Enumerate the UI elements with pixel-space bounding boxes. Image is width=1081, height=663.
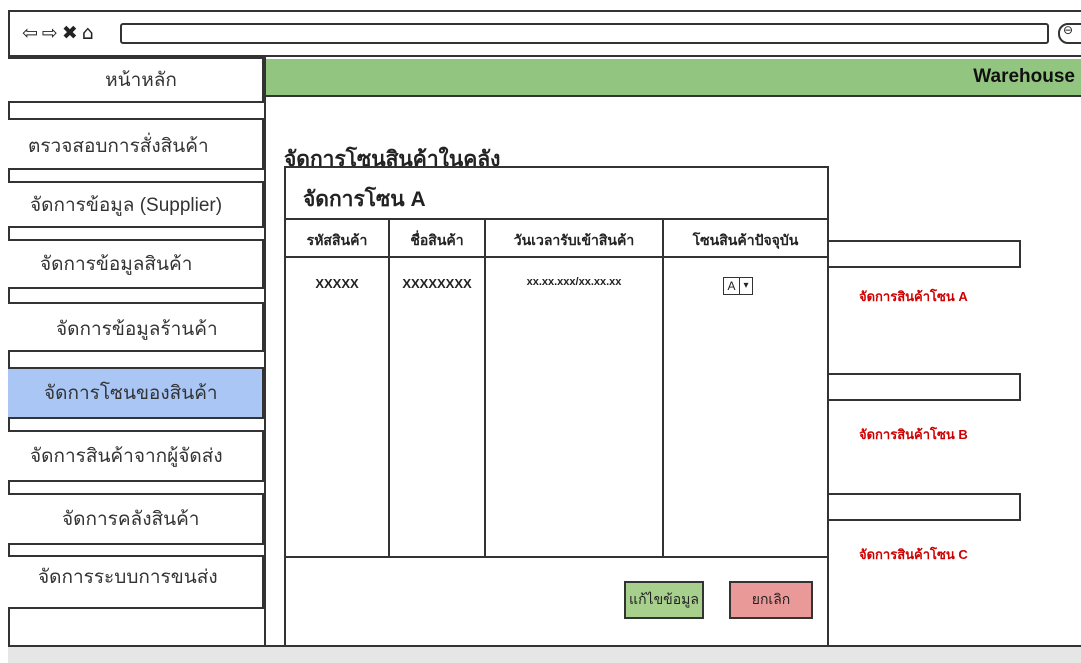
sidebar-item-label: จัดการข้อมูลสินค้า xyxy=(40,254,193,275)
column-divider xyxy=(388,220,390,558)
browser-toolbar: ⇦ ⇨ ✖ ⌂ ⊖ xyxy=(8,10,1081,57)
column-header-received: วันเวลารับเข้าสินค้า xyxy=(513,232,635,248)
sidebar-item-shipper-goods[interactable]: จัดการสินค้าจากผู้จัดส่ง xyxy=(8,430,264,482)
zone-b-field[interactable] xyxy=(829,373,1021,401)
browser-search-field[interactable]: ⊖ xyxy=(1058,23,1081,44)
column-header-name: ชื่อสินค้า xyxy=(410,232,464,248)
column-header-code: รหัสสินค้า xyxy=(306,232,368,248)
save-button[interactable]: แก้ไขข้อมูล xyxy=(624,581,704,619)
app-header: Warehouse xyxy=(266,59,1081,97)
sidebar-item-home[interactable]: หน้าหลัก xyxy=(8,57,264,103)
table-header-divider xyxy=(286,256,827,258)
zone-select-value: A xyxy=(723,277,740,295)
forward-icon[interactable]: ⇨ xyxy=(42,22,59,44)
close-icon[interactable]: ✖ xyxy=(62,22,79,44)
sidebar-item-stores[interactable]: จัดการข้อมูลร้านค้า xyxy=(8,302,264,352)
address-bar[interactable] xyxy=(120,23,1049,44)
zone-b-link[interactable]: จัดการสินค้าโซน B xyxy=(859,424,968,445)
sidebar-item-order-check[interactable]: ตรวจสอบการสั่งสินค้า xyxy=(8,118,264,170)
sidebar-item-label: จัดการข้อมูล (Supplier) xyxy=(30,194,223,216)
zone-c-link[interactable]: จัดการสินค้าโซน C xyxy=(859,544,968,565)
cell-product-code: XXXXX xyxy=(315,276,359,291)
search-icon: ⊖ xyxy=(1063,23,1074,37)
zone-a-field[interactable] xyxy=(829,240,1021,268)
column-divider xyxy=(484,220,486,558)
cell-received-datetime: xx.xx.xxx/xx.xx.xx xyxy=(526,276,622,288)
sidebar-item-label: จัดการโซนของสินค้า xyxy=(44,383,218,404)
status-bar xyxy=(8,645,1081,663)
sidebar-item-label: จัดการสินค้าจากผู้จัดส่ง xyxy=(30,446,223,467)
browser-nav: ⇦ ⇨ ✖ ⌂ xyxy=(22,22,98,44)
zone-c-field[interactable] xyxy=(829,493,1021,521)
sidebar-item-label: หน้าหลัก xyxy=(105,70,177,91)
zone-panel: จัดการโซน A รหัสสินค้า ชื่อสินค้า วันเวล… xyxy=(284,166,829,663)
zone-select[interactable]: A ▾ xyxy=(723,277,755,295)
sidebar-item-supplier[interactable]: จัดการข้อมูล (Supplier) xyxy=(8,181,264,228)
sidebar-item-warehouse[interactable]: จัดการคลังสินค้า xyxy=(8,493,264,545)
column-divider xyxy=(662,220,664,558)
sidebar-item-transport[interactable]: จัดการระบบการขนส่ง xyxy=(8,555,264,609)
sidebar-item-zones[interactable]: จัดการโซนของสินค้า xyxy=(8,367,264,419)
sidebar-item-label: จัดการระบบการขนส่ง xyxy=(38,567,218,588)
column-header-zone: โซนสินค้าปัจจุบัน xyxy=(692,232,799,248)
cell-product-name: XXXXXXXX xyxy=(402,276,472,291)
sidebar-item-products[interactable]: จัดการข้อมูลสินค้า xyxy=(8,239,264,289)
chevron-down-icon[interactable]: ▾ xyxy=(740,277,753,295)
home-icon[interactable]: ⌂ xyxy=(82,22,95,44)
product-table: รหัสสินค้า ชื่อสินค้า วันเวลารับเข้าสินค… xyxy=(286,218,827,558)
sidebar-item-label: จัดการคลังสินค้า xyxy=(62,509,200,530)
sidebar-item-label: ตรวจสอบการสั่งสินค้า xyxy=(28,136,209,157)
panel-title: จัดการโซน A xyxy=(303,188,426,211)
sidebar-divider xyxy=(264,57,266,647)
back-icon[interactable]: ⇦ xyxy=(22,22,39,44)
brand-title: Warehouse xyxy=(973,66,1075,87)
sidebar-item-label: จัดการข้อมูลร้านค้า xyxy=(56,319,218,340)
zone-a-link[interactable]: จัดการสินค้าโซน A xyxy=(859,286,968,307)
cancel-button[interactable]: ยกเลิก xyxy=(729,581,813,619)
